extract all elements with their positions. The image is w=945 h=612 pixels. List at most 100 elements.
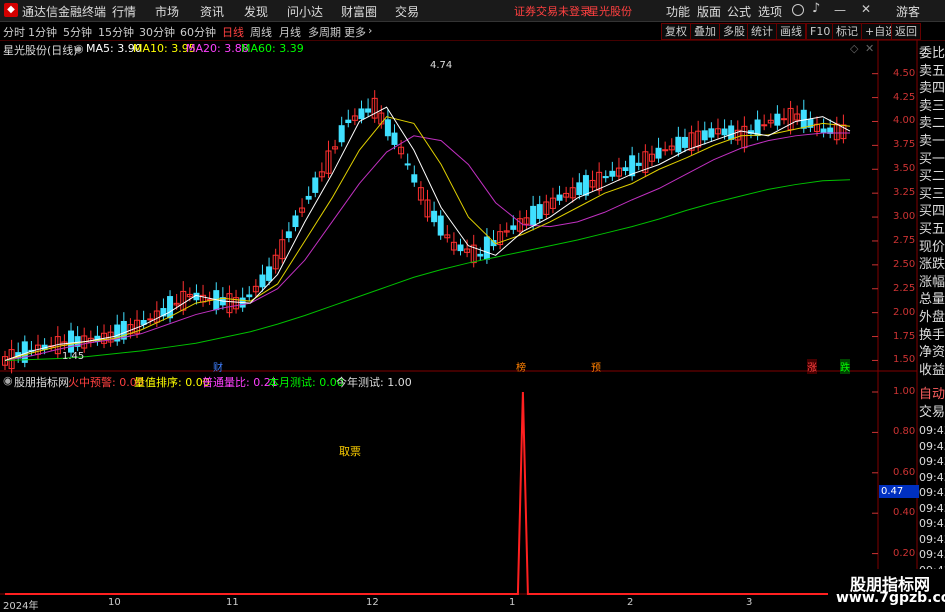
quote-label: 卖二 — [919, 116, 945, 132]
quote-label: 卖一 — [919, 134, 945, 149]
x-tick-feb: 2 — [627, 597, 634, 608]
quote-label: 净资 — [919, 345, 945, 361]
candle-body — [761, 124, 768, 127]
candle-body — [259, 274, 266, 288]
candle-body — [457, 244, 464, 252]
candle-body — [708, 128, 715, 138]
quote-label: 涨跌 — [919, 257, 945, 273]
x-tick-nov: 11 — [226, 597, 239, 608]
quote-label: 涨幅 — [919, 274, 945, 290]
kline-chart[interactable] — [0, 0, 945, 609]
price-y-tick: 4.50 — [893, 67, 916, 79]
candle-body — [477, 253, 484, 257]
right-trade-label[interactable]: 交易 — [919, 403, 945, 422]
quote-label: 卖三 — [919, 98, 945, 114]
indicator-y-tick: 0.60 — [893, 466, 916, 478]
right-auto-label[interactable]: 自动 — [919, 385, 945, 404]
ma-line-ma5 — [4, 106, 851, 361]
candle-body — [662, 149, 669, 152]
marker-limit-up[interactable]: 涨 — [807, 359, 817, 374]
indicator-settings-icon[interactable]: ◉ — [3, 374, 13, 387]
candle-body — [701, 130, 708, 141]
quote-label: 外盘 — [919, 310, 945, 325]
candle-body — [266, 266, 273, 281]
watermark-url: www.7gpzb.com — [836, 590, 945, 606]
indicator-y-tick: 0.20 — [893, 547, 916, 559]
candle-body — [536, 204, 543, 219]
price-y-tick: 4.25 — [893, 91, 916, 103]
ma-lines — [4, 106, 851, 361]
price-y-tick: 1.75 — [893, 330, 916, 342]
candle-body — [358, 108, 365, 120]
x-tick-jan: 1 — [509, 597, 516, 608]
indicator-volume-ratio: 普通量比: 0.21 — [202, 376, 278, 389]
candle-body — [391, 132, 398, 145]
price-grid — [872, 73, 878, 361]
indicator-y-tick: 0.40 — [893, 507, 916, 519]
quote-label: 买四 — [919, 204, 945, 220]
indicator-fire-warning: 火中预警: 0.00 — [68, 376, 144, 389]
quote-label: 收益 — [919, 362, 945, 378]
trade-time: 09:43 — [919, 424, 945, 437]
candle-body — [728, 125, 735, 140]
candle-body — [345, 119, 352, 124]
candle-body — [338, 125, 345, 143]
marker-limit-down[interactable]: 跌 — [840, 359, 850, 374]
indicator-name[interactable]: 股朋指标网 — [14, 374, 69, 390]
candle-body — [483, 236, 490, 260]
candle-body — [556, 194, 563, 201]
price-y-tick: 4.00 — [893, 115, 916, 127]
price-y-tick: 3.00 — [893, 211, 916, 223]
low-price-label: 1.45 — [62, 351, 85, 362]
trade-time: 09:43 — [919, 517, 945, 530]
trade-time: 09:43 — [919, 455, 945, 468]
indicator-month-test: 本月测试: 0.00 — [268, 376, 344, 389]
quote-label: 现价 — [919, 239, 945, 255]
quote-label: 买一 — [919, 151, 945, 167]
ma-line-ma10 — [4, 116, 851, 361]
marker-forecast[interactable]: 预 — [591, 359, 601, 374]
candle-body — [365, 108, 372, 113]
price-y-tick: 3.50 — [893, 163, 916, 175]
x-tick-dec: 12 — [366, 597, 379, 608]
trade-time: 09:43 — [919, 470, 945, 484]
candle-body — [285, 231, 292, 238]
candle-body — [411, 174, 418, 183]
indicator-current-value: 0.47 — [879, 485, 919, 498]
x-tick-year: 2024年 — [3, 601, 39, 612]
candle-body — [120, 321, 127, 340]
candle-body — [602, 176, 609, 179]
trade-time: 09:43 — [919, 439, 945, 453]
candle-body — [681, 136, 688, 148]
candle-body — [147, 318, 154, 321]
quote-label: 买二 — [919, 169, 945, 185]
quote-label: 委比 — [919, 46, 945, 61]
candle-body — [312, 177, 319, 193]
candle-body — [167, 296, 174, 319]
candle-body — [530, 205, 537, 227]
price-y-tick: 1.50 — [893, 354, 916, 366]
quote-label: 买三 — [919, 186, 945, 202]
quote-label: 总量 — [919, 292, 945, 308]
candle-body — [576, 182, 583, 196]
candle-body — [384, 119, 391, 137]
candle-body — [246, 294, 253, 298]
candle-body — [721, 128, 728, 136]
indicator-series-line — [5, 391, 850, 595]
candle-body — [305, 195, 312, 200]
candle-body — [820, 128, 827, 134]
price-y-tick: 3.75 — [893, 139, 916, 151]
price-y-tick: 2.75 — [893, 234, 916, 246]
quote-label: 买五 — [919, 222, 945, 237]
trade-time: 09:43 — [919, 501, 945, 515]
indicator-line — [5, 391, 850, 595]
candle-body — [68, 330, 75, 353]
price-y-tick: 2.25 — [893, 282, 916, 294]
marker-ranking[interactable]: 榜 — [516, 359, 526, 374]
candle-body — [609, 170, 616, 177]
price-y-tick: 2.50 — [893, 258, 916, 270]
quote-label: 卖四 — [919, 81, 945, 97]
indicator-volume-rank: 量值排序: 0.00 — [134, 376, 210, 389]
trade-time: 09:43 — [919, 548, 945, 561]
marker-finance[interactable]: 财 — [213, 359, 223, 374]
